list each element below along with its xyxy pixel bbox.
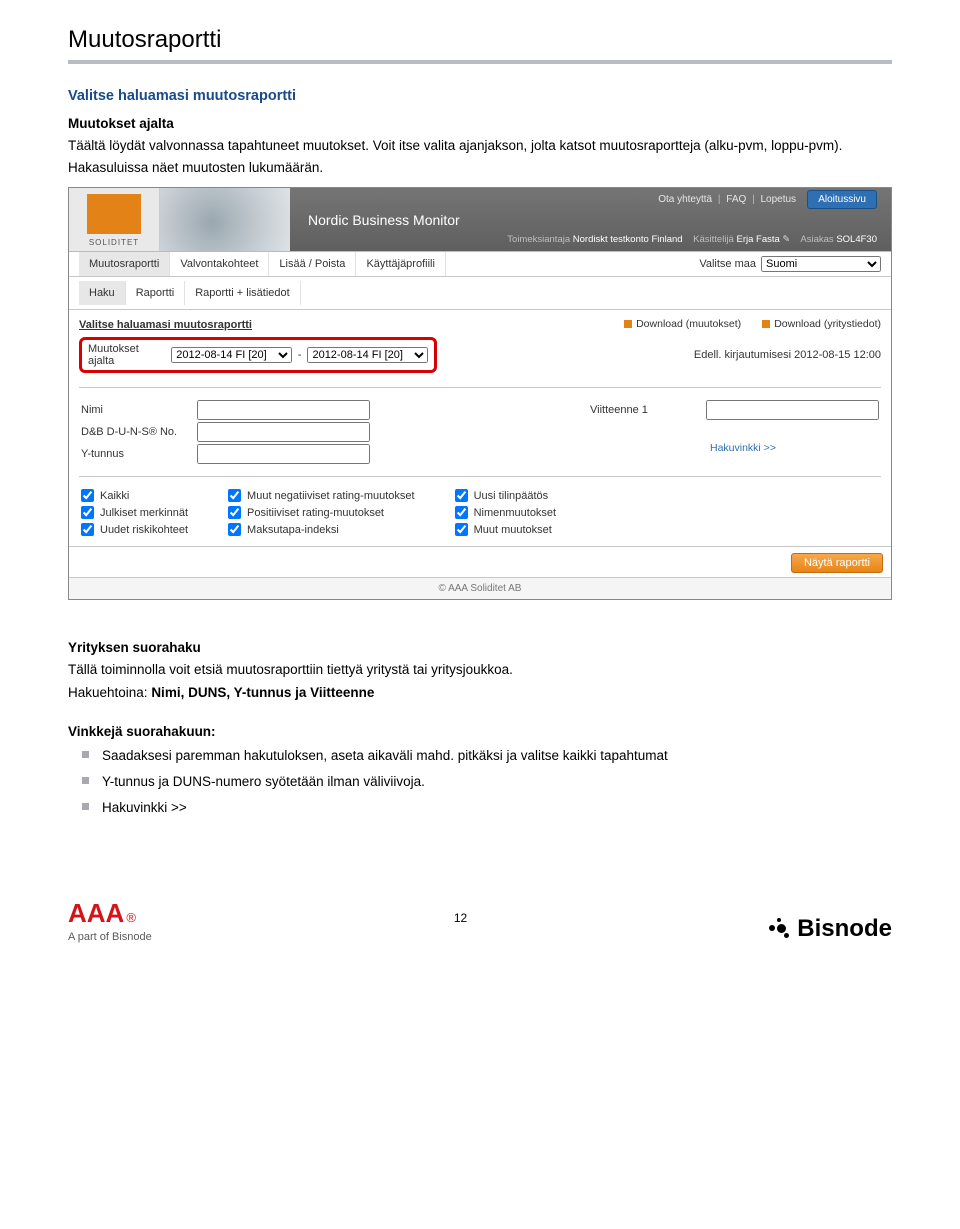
chk-uudet-riski[interactable] — [81, 523, 94, 536]
last-login: Edell. kirjautumisesi 2012-08-15 12:00 — [694, 349, 881, 361]
header-right: Ota yhteyttä | FAQ | Lopetus Aloitussivu… — [290, 188, 891, 251]
chk-nimen[interactable] — [455, 506, 468, 519]
subtab-raportti-lisatiedot[interactable]: Raportti + lisätiedot — [185, 281, 300, 305]
home-button[interactable]: Aloitussivu — [807, 190, 877, 209]
aaa-logo: AAA® — [68, 898, 136, 929]
intro-p2: Hakasuluissa näet muutosten lukumäärän. — [68, 159, 892, 177]
country-select[interactable]: Suomi — [761, 256, 881, 272]
aaa-subtitle: A part of Bisnode — [68, 931, 152, 943]
intro-heading: Valitse haluamasi muutosraportti — [68, 88, 892, 104]
input-ytunnus[interactable] — [197, 444, 370, 464]
panel-title: Valitse haluamasi muutosraportti — [79, 319, 252, 331]
label-ytunnus: Y-tunnus — [81, 448, 191, 460]
app-header: SOLIDITET Ota yhteyttä | FAQ | Lopetus A… — [69, 188, 891, 252]
range-from-select[interactable]: 2012-08-14 FI [20] — [171, 347, 292, 363]
input-nimi[interactable] — [197, 400, 370, 420]
tip-item: Hakuvinkki >> — [102, 799, 892, 817]
page-footer: AAA® A part of Bisnode 12 Bisnode — [68, 898, 892, 943]
subtab-haku[interactable]: Haku — [79, 281, 126, 305]
chk-pos-rating[interactable] — [228, 506, 241, 519]
tab-lisaa-poista[interactable]: Lisää / Poista — [269, 252, 356, 276]
download-muutokset[interactable]: Download (muutokset) — [624, 318, 741, 330]
section2-p1: Tällä toiminnolla voit etsiä muutosrapor… — [68, 661, 892, 679]
sub-navbar: Haku Raportti Raportti + lisätiedot — [69, 277, 891, 310]
chk-julkiset[interactable] — [81, 506, 94, 519]
label-nimi: Nimi — [81, 404, 191, 416]
tab-muutosraportti[interactable]: Muutosraportti — [79, 252, 170, 276]
subtab-raportti[interactable]: Raportti — [126, 281, 186, 305]
input-duns[interactable] — [197, 422, 370, 442]
link-faq[interactable]: FAQ — [726, 194, 746, 205]
chk-maksutapa[interactable] — [228, 523, 241, 536]
header-graphic — [160, 188, 290, 251]
tab-kayttajaprofiili[interactable]: Käyttäjäprofiili — [356, 252, 445, 276]
logo-block: SOLIDITET — [69, 188, 160, 251]
range-to-select[interactable]: 2012-08-14 FI [20] — [307, 347, 428, 363]
label-viite: Viitteenne 1 — [590, 404, 700, 416]
section2-heading: Yrityksen suorahaku — [68, 640, 892, 655]
chk-neg-rating[interactable] — [228, 489, 241, 502]
show-report-button[interactable]: Näytä raportti — [791, 553, 883, 573]
tip-item: Saadaksesi paremman hakutuloksen, aseta … — [102, 747, 892, 765]
date-range-highlight: Muutokset ajalta 2012-08-14 FI [20] - 20… — [79, 337, 437, 373]
range-label: Muutokset ajalta — [88, 343, 165, 367]
intro-p1: Täältä löydät valvonnassa tapahtuneet mu… — [68, 137, 892, 155]
logo-text: SOLIDITET — [89, 238, 139, 247]
page-number: 12 — [454, 911, 467, 925]
tips-heading: Vinkkejä suorahakuun: — [68, 724, 892, 739]
download-icon — [762, 320, 770, 328]
link-contact[interactable]: Ota yhteyttä — [658, 194, 712, 205]
aaa-logo-block: AAA® A part of Bisnode — [68, 898, 152, 943]
hakuvinkki-link[interactable]: Hakuvinkki >> — [710, 442, 879, 454]
app-title: Nordic Business Monitor — [308, 212, 877, 228]
download-icon — [624, 320, 632, 328]
bisnode-logo: Bisnode — [769, 915, 892, 943]
app-footer: © AAA Soliditet AB — [69, 577, 891, 599]
chk-muut[interactable] — [455, 523, 468, 536]
chk-kaikki[interactable] — [81, 489, 94, 502]
link-logout[interactable]: Lopetus — [760, 194, 796, 205]
header-meta: Toimeksiantaja Nordiskt testkonto Finlan… — [308, 234, 877, 245]
app-screenshot: SOLIDITET Ota yhteyttä | FAQ | Lopetus A… — [68, 187, 892, 600]
intro-subheading: Muutokset ajalta — [68, 116, 892, 131]
page-title: Muutosraportti — [68, 26, 892, 54]
country-label: Valitse maa — [699, 258, 756, 270]
soliditet-logo — [87, 194, 141, 234]
bisnode-dots-icon — [769, 918, 791, 940]
input-viite[interactable] — [706, 400, 879, 420]
section2-p2: Hakuehtoina: Nimi, DUNS, Y-tunnus ja Vii… — [68, 684, 892, 702]
chk-tilinpaatos[interactable] — [455, 489, 468, 502]
main-navbar: Muutosraportti Valvontakohteet Lisää / P… — [69, 252, 891, 277]
tip-item: Y-tunnus ja DUNS-numero syötetään ilman … — [102, 773, 892, 791]
title-rule — [68, 60, 892, 64]
download-yritystiedot[interactable]: Download (yritystiedot) — [762, 318, 881, 330]
tips-list: Saadaksesi paremman hakutuloksen, aseta … — [68, 747, 892, 818]
checkbox-grid: Kaikki Julkiset merkinnät Uudet riskikoh… — [79, 485, 881, 538]
label-duns: D&B D-U-N-S® No. — [81, 426, 191, 438]
tab-valvontakohteet[interactable]: Valvontakohteet — [170, 252, 269, 276]
